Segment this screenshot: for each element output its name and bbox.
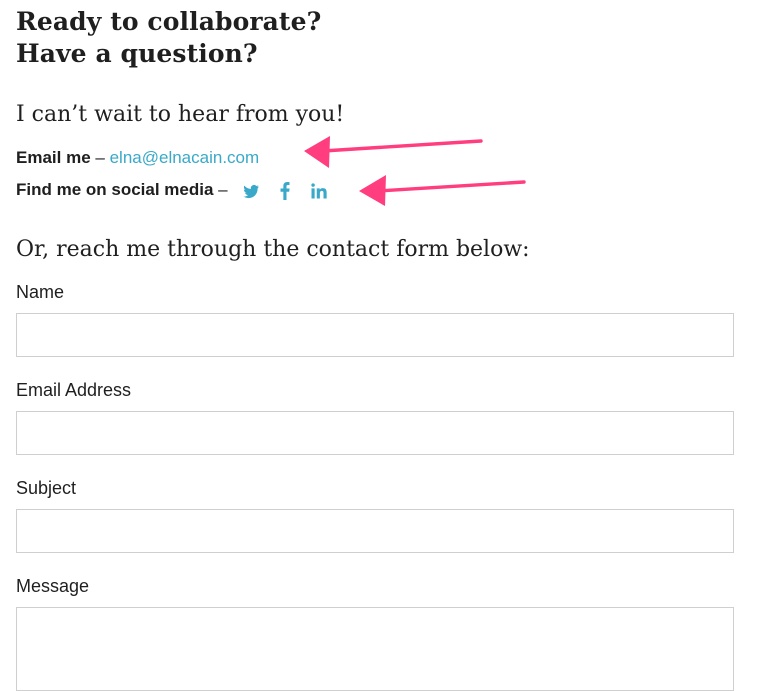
email-separator: – [95, 148, 105, 167]
page-title-line-2: Have a question? [16, 39, 258, 68]
email-address-label: Email Address [16, 380, 132, 400]
email-line: Email me – elna@elnacain.com [16, 147, 259, 169]
name-input[interactable] [16, 313, 734, 357]
twitter-icon[interactable] [242, 182, 260, 200]
subject-input[interactable] [16, 509, 734, 553]
page-title-line-1: Ready to collaborate? [16, 7, 322, 36]
social-media-label: Find me on social media [16, 180, 214, 199]
contact-subtitle: I can’t wait to hear from you! [16, 102, 345, 127]
social-separator: – [218, 180, 228, 199]
message-textarea[interactable] [16, 607, 734, 691]
social-icons [242, 181, 328, 200]
email-link[interactable]: elna@elnacain.com [110, 148, 260, 167]
social-line: Find me on social media – [16, 179, 328, 201]
facebook-icon[interactable] [276, 181, 294, 200]
subject-label: Subject [16, 478, 77, 498]
message-label: Message [16, 576, 90, 596]
linkedin-icon[interactable] [310, 182, 328, 200]
email-address-input[interactable] [16, 411, 734, 455]
arrow-to-email [304, 136, 483, 168]
form-intro: Or, reach me through the contact form be… [16, 237, 530, 262]
arrow-to-social-icons [359, 175, 526, 206]
email-me-label: Email me [16, 148, 91, 167]
name-label: Name [16, 282, 65, 302]
